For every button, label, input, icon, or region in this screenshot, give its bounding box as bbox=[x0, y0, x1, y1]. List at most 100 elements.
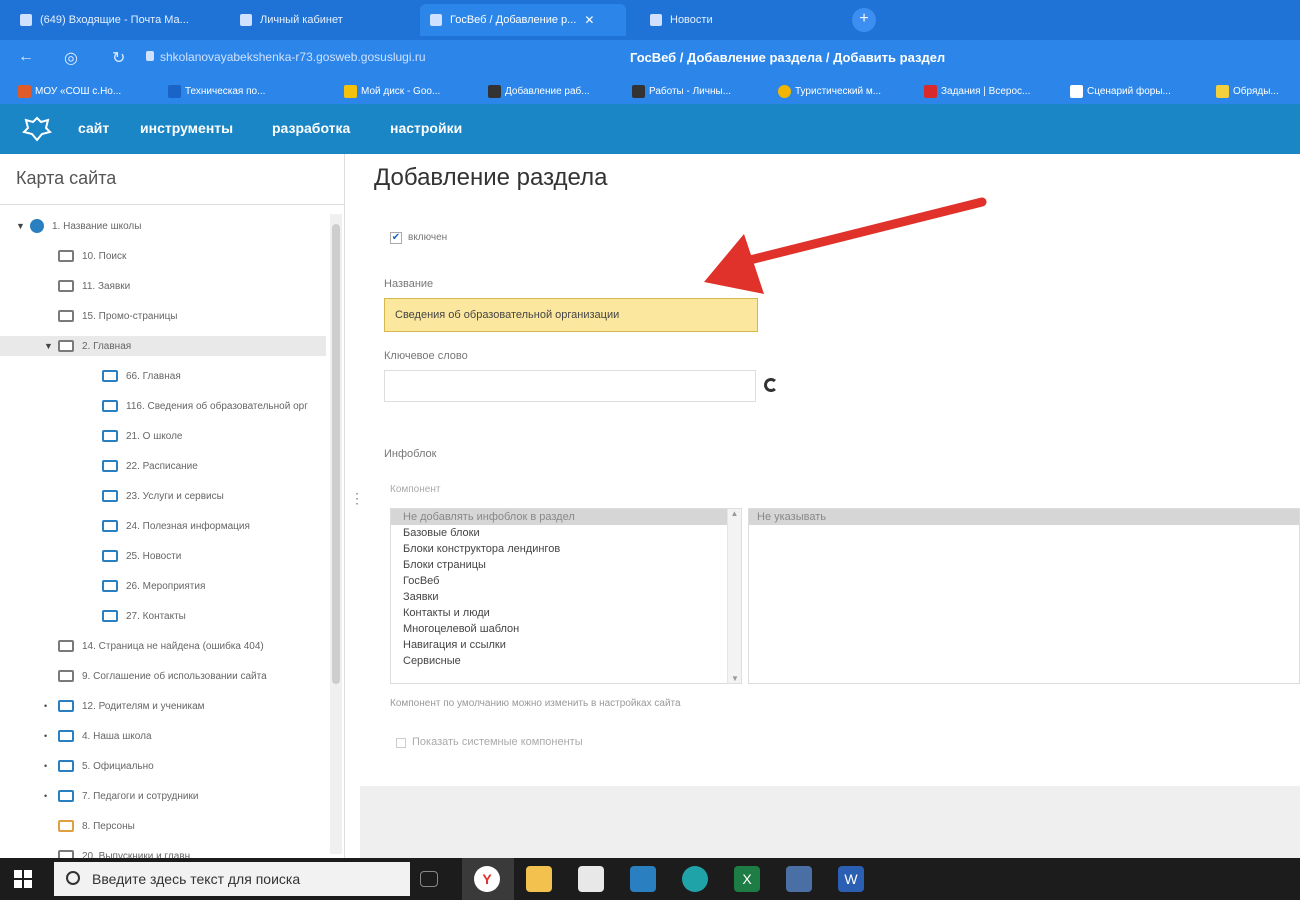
sidebar-scroll-thumb[interactable] bbox=[332, 224, 340, 684]
enabled-checkbox[interactable]: ✔ bbox=[390, 232, 402, 244]
tree-item-label: 116. Сведения об образовательной орг bbox=[126, 400, 308, 412]
tree-item[interactable]: 25. Новости bbox=[88, 546, 326, 566]
tree-item[interactable]: 15. Промо-страницы bbox=[44, 306, 326, 326]
component-option[interactable]: Блоки конструктора лендингов bbox=[391, 541, 741, 557]
menu-settings[interactable]: настройки bbox=[390, 120, 462, 136]
bookmark-label: Мой диск - Goo... bbox=[361, 85, 441, 97]
tree-item[interactable]: ▼ 2. Главная bbox=[0, 336, 326, 356]
tree-item[interactable]: 27. Контакты bbox=[88, 606, 326, 626]
expand-toggle-icon[interactable]: • bbox=[44, 761, 52, 771]
component-option[interactable]: Контакты и люди bbox=[391, 605, 741, 621]
tree-item[interactable]: • 5. Официально bbox=[44, 756, 326, 776]
tab-news[interactable]: Новости bbox=[640, 4, 830, 36]
bookmark-item[interactable]: Задания | Всерос... bbox=[924, 82, 1054, 100]
tree-item[interactable]: 21. О школе bbox=[88, 426, 326, 446]
edge-icon[interactable] bbox=[682, 866, 708, 892]
tab-personal-cabinet[interactable]: Личный кабинет bbox=[230, 4, 410, 36]
tree-item[interactable]: 24. Полезная информация bbox=[88, 516, 326, 536]
bookmark-item[interactable]: Добавление раб... bbox=[488, 82, 618, 100]
tree-item[interactable]: 116. Сведения об образовательной орг bbox=[88, 396, 326, 416]
task-view-icon[interactable] bbox=[420, 871, 438, 887]
folder-icon bbox=[58, 730, 74, 742]
bookmark-item[interactable]: Туристический м... bbox=[778, 82, 908, 100]
bookmark-item[interactable]: Мой диск - Goo... bbox=[344, 82, 474, 100]
template-listbox[interactable]: Не указывать bbox=[748, 508, 1300, 684]
back-arrow-icon[interactable]: ← bbox=[18, 48, 34, 66]
close-tab-icon[interactable]: ✕ bbox=[584, 13, 594, 27]
component-option[interactable]: Не добавлять инфоблок в раздел bbox=[391, 509, 741, 525]
tree-item[interactable]: 66. Главная bbox=[88, 366, 326, 386]
component-listbox[interactable]: Не добавлять инфоблок в раздел Базовые бл… bbox=[390, 508, 742, 684]
tree-item-label: 12. Родителям и ученикам bbox=[82, 700, 205, 712]
expand-toggle-icon[interactable]: ▼ bbox=[44, 341, 53, 351]
component-option[interactable]: Сервисные bbox=[391, 653, 741, 669]
word-icon[interactable]: W bbox=[838, 866, 864, 892]
site-map-sidebar: Карта сайта ▼ 1. Название школы 10. Поиск 1… bbox=[0, 154, 345, 862]
address-bar-row: ← ◎ ↻ shkolanovayabekshenka-r73.gosweb.g… bbox=[0, 40, 1300, 78]
lock-icon bbox=[146, 51, 154, 61]
store-icon[interactable] bbox=[578, 866, 604, 892]
tree-item-label: 1. Название школы bbox=[52, 220, 142, 232]
annotation-arrow-icon bbox=[704, 197, 987, 294]
folder-icon bbox=[58, 820, 74, 832]
tab-mail[interactable]: (649) Входящие - Почта Ма... bbox=[10, 4, 210, 36]
tree-item[interactable]: 10. Поиск bbox=[44, 246, 326, 266]
tree-item[interactable]: 14. Страница не найдена (ошибка 404) bbox=[44, 636, 326, 656]
remote-desktop-icon[interactable] bbox=[786, 866, 812, 892]
tree-item[interactable]: 9. Соглашение об использовании сайта bbox=[44, 666, 326, 686]
tree-item[interactable]: 8. Персоны bbox=[44, 816, 326, 836]
component-options: Не добавлять инфоблок в раздел Базовые бл… bbox=[391, 509, 741, 669]
tree-item[interactable]: 26. Мероприятия bbox=[88, 576, 326, 596]
mail-app-icon[interactable] bbox=[630, 866, 656, 892]
sidebar-title: Карта сайта bbox=[16, 168, 117, 188]
tab-label: Личный кабинет bbox=[260, 14, 343, 26]
template-selected-option[interactable]: Не указывать bbox=[749, 509, 1299, 525]
new-tab-button[interactable]: + bbox=[852, 8, 876, 32]
search-placeholder: Введите здесь текст для поиска bbox=[92, 871, 301, 887]
protect-icon[interactable]: ◎ bbox=[64, 48, 78, 68]
component-option[interactable]: Заявки bbox=[391, 589, 741, 605]
tree-item[interactable]: • 12. Родителям и ученикам bbox=[44, 696, 326, 716]
component-option[interactable]: Базовые блоки bbox=[391, 525, 741, 541]
url-field[interactable]: shkolanovayabekshenka-r73.gosweb.gosuslu… bbox=[160, 50, 426, 64]
bookmark-icon bbox=[778, 84, 791, 98]
yandex-browser-icon[interactable]: Y bbox=[474, 866, 500, 892]
tree-item[interactable]: 22. Расписание bbox=[88, 456, 326, 476]
file-explorer-icon[interactable] bbox=[526, 866, 552, 892]
tree-item-label: 9. Соглашение об использовании сайта bbox=[82, 670, 267, 682]
component-option[interactable]: Навигация и ссылки bbox=[391, 637, 741, 653]
tab-gosweb[interactable]: ГосВеб / Добавление р... ✕ bbox=[420, 4, 626, 36]
tree-item[interactable]: 23. Услуги и сервисы bbox=[88, 486, 326, 506]
expand-toggle-icon[interactable]: • bbox=[44, 701, 52, 711]
windows-start-icon[interactable] bbox=[14, 870, 32, 888]
taskbar-search-input[interactable]: Введите здесь текст для поиска bbox=[54, 862, 410, 896]
page-title: ГосВеб / Добавление раздела / Добавить р… bbox=[630, 50, 946, 65]
excel-icon[interactable]: X bbox=[734, 866, 760, 892]
bookmark-item[interactable]: Сценарий форы... bbox=[1070, 82, 1200, 100]
bookmark-item[interactable]: Техническая по... bbox=[168, 82, 328, 100]
menu-development[interactable]: разработка bbox=[272, 120, 350, 136]
tree-item[interactable]: 11. Заявки bbox=[44, 276, 326, 296]
menu-tools[interactable]: инструменты bbox=[140, 120, 233, 136]
tree-item[interactable]: ▼ 1. Название школы bbox=[16, 216, 326, 236]
expand-toggle-icon[interactable]: ▼ bbox=[16, 221, 25, 231]
expand-toggle-icon[interactable]: • bbox=[44, 731, 52, 741]
keyword-input[interactable] bbox=[384, 370, 756, 402]
component-option[interactable]: ГосВеб bbox=[391, 573, 741, 589]
bookmark-item[interactable]: Работы - Личны... bbox=[632, 82, 762, 100]
tree-item[interactable]: • 4. Наша школа bbox=[44, 726, 326, 746]
bookmark-item[interactable]: Обряды... bbox=[1216, 82, 1300, 100]
expand-toggle-icon[interactable]: • bbox=[44, 791, 52, 801]
menu-site[interactable]: сайт bbox=[78, 120, 109, 136]
listbox-scrollbar[interactable]: ▲ ▼ bbox=[727, 509, 741, 683]
component-option[interactable]: Многоцелевой шаблон bbox=[391, 621, 741, 637]
bookmark-icon bbox=[924, 84, 937, 98]
bookmark-item[interactable]: МОУ «СОШ с.Но... bbox=[18, 82, 148, 100]
component-option[interactable]: Блоки страницы bbox=[391, 557, 741, 573]
system-components-checkbox[interactable] bbox=[396, 738, 406, 748]
bookmark-label: Задания | Всерос... bbox=[941, 85, 1031, 97]
reload-icon[interactable]: ↻ bbox=[112, 48, 125, 68]
emblem-icon[interactable] bbox=[22, 116, 52, 142]
tab-label: (649) Входящие - Почта Ма... bbox=[40, 14, 189, 26]
tree-item[interactable]: • 7. Педагоги и сотрудники bbox=[44, 786, 326, 806]
